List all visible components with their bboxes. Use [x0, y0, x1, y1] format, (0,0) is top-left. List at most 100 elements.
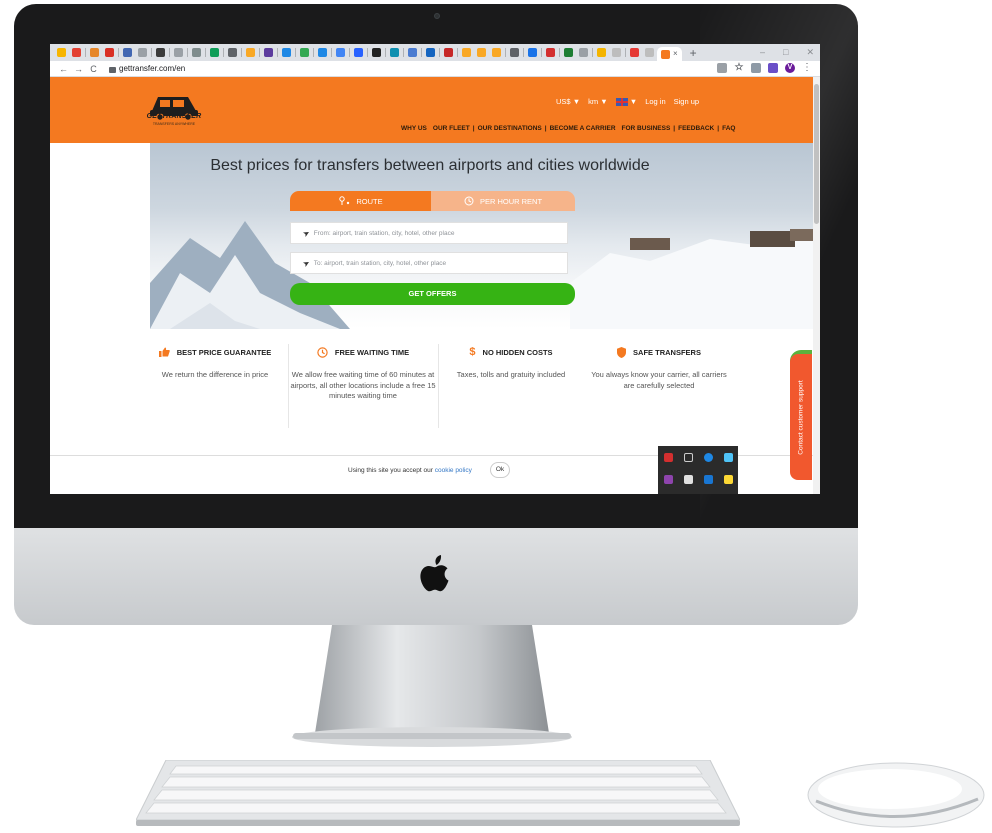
hero-title: Best prices for transfers between airpor… [210, 157, 650, 174]
tab-favicon[interactable] [462, 48, 471, 57]
tab-favicon[interactable] [579, 48, 588, 57]
dollar-icon: $ [469, 346, 476, 358]
usb-icon[interactable] [683, 452, 693, 462]
forward-button[interactable]: → [73, 61, 84, 77]
browser-tabstrip: × + – □ ✕ [50, 44, 820, 61]
tray-app-icon[interactable] [723, 474, 733, 484]
tab-route[interactable]: ROUTE [290, 191, 431, 211]
reload-button[interactable]: C [88, 61, 99, 77]
chevron-down-icon: ▼ [600, 97, 608, 106]
tab-favicon[interactable] [492, 48, 501, 57]
url-field[interactable]: gettransfer.com/en [119, 64, 185, 73]
uk-flag-icon [615, 98, 628, 107]
tab-favicon[interactable] [300, 48, 309, 57]
minimize-button[interactable]: – [760, 46, 765, 58]
tab-favicon[interactable] [192, 48, 201, 57]
tab-favicon[interactable] [630, 48, 639, 57]
tab-favicon[interactable] [426, 48, 435, 57]
tab-favicon[interactable] [138, 48, 147, 57]
language-select[interactable]: ▼ [615, 97, 637, 107]
gettransfer-logo-icon[interactable] [138, 89, 210, 133]
tab-favicon[interactable] [72, 48, 81, 57]
close-window-button[interactable]: ✕ [806, 46, 814, 58]
feature-description: We allow free waiting time of 60 minutes… [290, 370, 436, 400]
window-controls: – □ ✕ [760, 46, 814, 58]
extension-icon[interactable] [768, 63, 778, 73]
shield-icon [617, 346, 627, 358]
nav-feedback[interactable]: FEEDBACK [675, 125, 717, 132]
tab-per-hour-rent[interactable]: PER HOUR RENT [431, 191, 575, 211]
tab-favicon[interactable] [174, 48, 183, 57]
tab-favicon[interactable] [408, 48, 417, 57]
feature-description: Taxes, tolls and gratuity included [456, 370, 566, 379]
tab-favicon[interactable] [318, 48, 327, 57]
nav-our-destinations[interactable]: OUR DESTINATIONS [475, 125, 545, 132]
signup-link[interactable]: Sign up [674, 97, 699, 106]
maximize-button[interactable]: □ [783, 46, 788, 58]
tab-favicon[interactable] [90, 48, 99, 57]
cookie-ok-button[interactable]: Ok [490, 462, 510, 478]
active-tab[interactable]: × [657, 47, 682, 61]
tab-favicon[interactable] [390, 48, 399, 57]
profile-avatar[interactable]: V [785, 63, 795, 73]
feature-safe-transfers: SAFE TRANSFERS You always know your carr… [586, 344, 732, 391]
tab-favicon[interactable] [528, 48, 537, 57]
tab-favicon[interactable] [354, 48, 363, 57]
tab-favicon[interactable] [444, 48, 453, 57]
nav-faq[interactable]: FAQ [719, 125, 738, 132]
tray-app-icon[interactable] [663, 452, 673, 462]
menu-kebab-icon[interactable]: ⋮ [802, 63, 812, 73]
header-utilities: US$ ▼ km ▼ ▼ Log in Sign up [556, 97, 699, 107]
location-arrow-icon: ➤ [301, 257, 312, 269]
features-row: BEST PRICE GUARANTEE We return the diffe… [142, 344, 742, 434]
currency-select[interactable]: US$ ▼ [556, 97, 580, 106]
tab-favicon[interactable] [264, 48, 273, 57]
tab-favicon[interactable] [282, 48, 291, 57]
tab-favicon[interactable] [510, 48, 519, 57]
apple-logo-icon [420, 555, 449, 592]
tray-app-icon[interactable] [683, 474, 693, 484]
tray-app-icon[interactable] [703, 474, 713, 484]
tab-favicon[interactable] [372, 48, 381, 57]
units-select[interactable]: km ▼ [588, 97, 608, 106]
back-button[interactable]: ← [58, 61, 69, 77]
nav-for-business[interactable]: FOR BUSINESS [619, 125, 674, 132]
get-offers-button[interactable]: GET OFFERS [290, 283, 575, 305]
site-header: GETTRANSFER TRANSFERS ANYWHERE US$ ▼ km … [50, 77, 813, 143]
nav-our-fleet[interactable]: OUR FLEET [430, 125, 473, 132]
sheets-tab-icon[interactable] [210, 48, 219, 57]
tab-favicon[interactable] [597, 48, 606, 57]
tab-favicon[interactable] [228, 48, 237, 57]
tab-favicon[interactable] [612, 48, 621, 57]
extension-icon[interactable] [751, 63, 761, 73]
translate-icon[interactable] [717, 63, 727, 73]
tray-app-icon[interactable] [723, 452, 733, 462]
tab-favicon[interactable] [477, 48, 486, 57]
tray-app-icon[interactable] [663, 474, 673, 484]
scrollbar-thumb[interactable] [814, 84, 819, 224]
login-link[interactable]: Log in [645, 97, 665, 106]
nav-why-us[interactable]: WHY US [398, 125, 430, 132]
tab-favicon[interactable] [156, 48, 165, 57]
tab-favicon[interactable] [123, 48, 132, 57]
from-input[interactable]: ➤ From: airport, train station, city, ho… [290, 222, 568, 244]
tab-favicon[interactable] [246, 48, 255, 57]
tab-favicon[interactable] [645, 48, 654, 57]
tab-favicon[interactable] [57, 48, 66, 57]
logo-wordmark: GETTRANSFER [146, 113, 202, 120]
imac-scene: × + – □ ✕ ← → C gettransfer.com/en ☆ V ⋮ [0, 0, 992, 833]
tab-close-icon[interactable]: × [673, 50, 678, 58]
bluetooth-icon[interactable] [703, 452, 713, 462]
to-input[interactable]: ➤ To: airport, train station, city, hote… [290, 252, 568, 274]
chevron-down-icon: ▼ [572, 97, 581, 106]
nav-become-carrier[interactable]: BECOME A CARRIER [547, 125, 619, 132]
cookie-policy-link[interactable]: cookie policy [435, 467, 472, 474]
feature-description: You always know your carrier, all carrie… [591, 370, 727, 390]
gmail-tab-icon[interactable] [105, 48, 114, 57]
new-tab-button[interactable]: + [690, 47, 697, 59]
tab-favicon[interactable] [564, 48, 573, 57]
tab-favicon[interactable] [546, 48, 555, 57]
support-tab-label[interactable]: Contact customer support [790, 354, 812, 480]
bookmark-star-icon[interactable]: ☆ [734, 63, 744, 73]
tab-favicon[interactable] [336, 48, 345, 57]
